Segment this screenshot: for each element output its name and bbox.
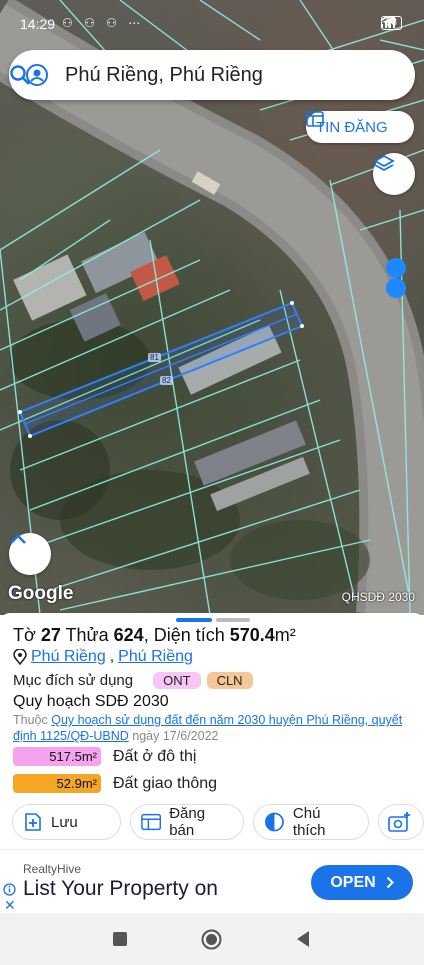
area-row-urban: 517.5m² Đất ở đô thị	[13, 747, 196, 766]
ad-open-button[interactable]: OPEN	[311, 865, 413, 900]
parcel-title: Tờ 27 Thửa 624, Diện tích 570.4m²	[13, 625, 296, 646]
notification-icons: ⚇ ⚇ ⚇ ⋯	[62, 16, 145, 30]
ad-info-icon[interactable]	[3, 883, 16, 896]
area-label: , Diện tích	[143, 625, 225, 645]
purpose-label: Mục đích sử dụng	[13, 672, 134, 689]
note-prefix: Thuộc	[13, 713, 48, 727]
area-row-traffic: 52.9m² Đất giao thông	[13, 774, 217, 793]
lot-label: Thửa	[65, 625, 109, 645]
save-button[interactable]: Lưu	[12, 804, 121, 840]
ad-headline: List Your Property on	[23, 877, 218, 900]
purpose-tag-ont: ONT	[153, 672, 201, 689]
contrast-icon	[265, 812, 284, 832]
lot-number: 624	[113, 625, 144, 645]
tin-dang-button[interactable]: TIN ĐĂNG	[306, 111, 414, 143]
google-logo: Google	[8, 583, 74, 604]
status-bar: 14:29 ⚇ ⚇ ⚇ ⋯ 88	[0, 0, 424, 44]
save-label: Lưu	[51, 813, 78, 831]
expand-up-button[interactable]	[9, 533, 51, 575]
location-row: Phú Riềng, Phú Riềng	[13, 648, 193, 666]
sheet-label: Tờ	[13, 625, 36, 645]
post-sale-button[interactable]: Đăng bán	[130, 804, 244, 840]
legend-button[interactable]: Chú thích	[253, 804, 369, 840]
page-indicator-active[interactable]	[176, 618, 212, 622]
plan-note: Thuộc Quy hoạch sử dụng đất đến năm 2030…	[13, 712, 413, 744]
ad-cta-label: OPEN	[330, 873, 376, 891]
location-link-ward[interactable]: Phú Riềng	[31, 648, 106, 666]
sheet-number: 27	[40, 625, 61, 645]
legend-label: Chú thích	[292, 805, 326, 839]
status-time: 14:29	[20, 16, 56, 32]
home-icon[interactable]	[201, 929, 222, 950]
add-photo-button[interactable]	[378, 804, 424, 840]
layers-button[interactable]	[373, 153, 415, 195]
wifi-icon	[381, 16, 397, 28]
area-type-label: Đất giao thông	[113, 774, 218, 792]
sell-label: Đăng bán	[169, 805, 206, 839]
location-link-district[interactable]: Phú Riềng	[118, 648, 193, 666]
layers-icon	[373, 154, 395, 172]
land-purpose-row: Mục đích sử dụng ONT CLN	[13, 672, 253, 689]
purpose-tag-cln: CLN	[206, 672, 253, 689]
system-nav-bar	[0, 913, 424, 965]
ad-brand: RealtyHive	[23, 862, 82, 876]
add-note-icon	[25, 813, 41, 831]
listing-icon	[141, 813, 162, 831]
location-separator: ,	[109, 648, 115, 665]
map-layer-label: QHSDĐ 2030	[341, 590, 415, 604]
map-pin-icon	[13, 649, 27, 665]
listing-icon	[306, 111, 324, 127]
search-query[interactable]: Phú Riềng, Phú Riềng	[65, 64, 263, 87]
ad-close-icon[interactable]: ✕	[4, 897, 16, 914]
status-right: 88	[380, 16, 402, 30]
area-type-label: Đất ở đô thị	[113, 747, 197, 765]
chevron-right-icon	[386, 876, 394, 889]
area-value-box: 517.5m²	[13, 747, 101, 766]
note-date: ngày 17/6/2022	[132, 729, 219, 743]
action-row: Lưu Đăng bán Chú thích	[12, 804, 424, 840]
area-value: 570.4	[229, 625, 275, 645]
back-icon[interactable]	[295, 930, 311, 948]
ad-banner[interactable]: RealtyHive ✕ List Your Property on OPEN	[0, 849, 424, 913]
map-view[interactable]: 81 82 14:29 ⚇ ⚇ ⚇ ⋯ 88 Phú Riềng, Phú Ri…	[0, 0, 424, 615]
parcel-label: 81	[148, 353, 161, 362]
chevron-up-icon	[10, 534, 26, 544]
parcel-info-panel: Tờ 27 Thửa 624, Diện tích 570.4m² Phú Ri…	[0, 613, 424, 849]
parcel-label: 82	[160, 376, 173, 385]
area-value-box: 52.9m²	[13, 774, 101, 793]
search-bar[interactable]: Phú Riềng, Phú Riềng	[9, 50, 415, 100]
search-icon[interactable]	[9, 64, 31, 86]
tin-dang-label: TIN ĐĂNG	[316, 118, 388, 136]
area-unit: m²	[274, 625, 296, 645]
plan-title: Quy hoạch SDĐ 2030	[13, 693, 169, 710]
recents-icon[interactable]	[112, 931, 128, 947]
page-indicator[interactable]	[216, 618, 250, 622]
add-photo-icon	[388, 812, 410, 832]
